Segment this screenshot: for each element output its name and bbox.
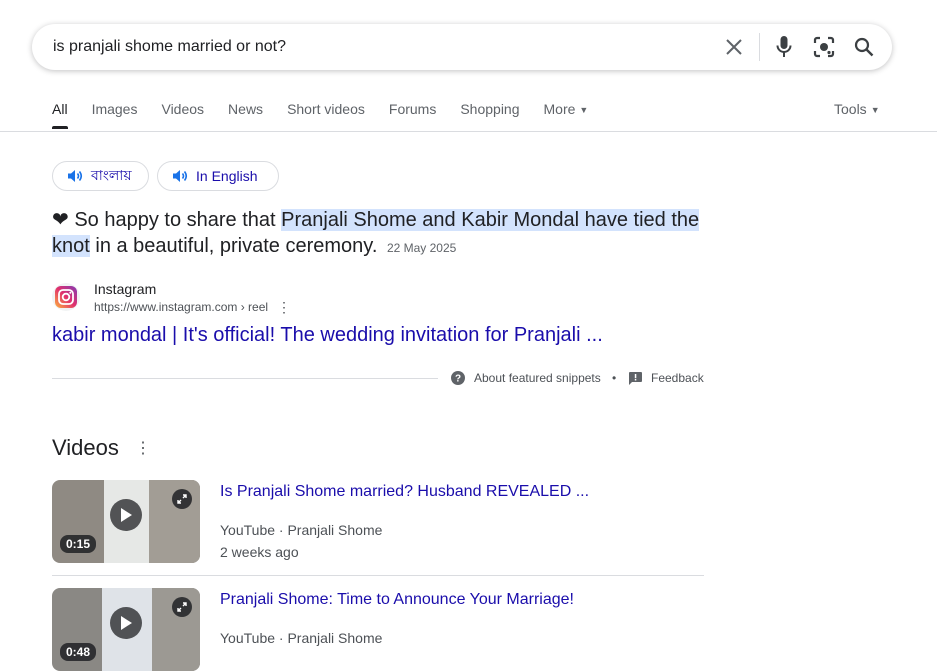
tab-news[interactable]: News — [228, 101, 263, 131]
tab-all[interactable]: All — [52, 101, 68, 131]
featured-snippet-text: ❤ So happy to share that Pranjali Shome … — [52, 207, 712, 261]
listen-english-label: In English — [196, 168, 258, 184]
search-bar[interactable]: is pranjali shome married or not? — [32, 24, 892, 70]
videos-heading: Videos — [52, 435, 119, 460]
clear-icon[interactable] — [722, 35, 746, 59]
video-duration: 0:48 — [60, 643, 97, 661]
video-source: YouTube · Pranjali Shome — [220, 522, 383, 538]
listen-bengali-label: বাংলায় — [91, 167, 132, 183]
microphone-icon[interactable] — [772, 35, 796, 59]
tab-shopping[interactable]: Shopping — [460, 101, 519, 131]
video-source: YouTube · Pranjali Shome — [220, 630, 383, 646]
expand-icon[interactable] — [172, 597, 192, 617]
expand-icon[interactable] — [172, 489, 192, 509]
snippet-date: 22 May 2025 — [386, 241, 457, 255]
play-icon[interactable] — [110, 607, 142, 639]
video-date: 2 weeks ago — [220, 544, 299, 560]
tab-videos[interactable]: Videos — [161, 101, 204, 131]
about-label: About featured snippets — [474, 371, 601, 385]
tab-short-videos[interactable]: Short videos — [287, 101, 365, 131]
svg-text:?: ? — [455, 374, 461, 385]
tab-more-label: More — [543, 101, 576, 117]
video-title-link[interactable]: Pranjali Shome: Time to Announce Your Ma… — [220, 591, 574, 609]
search-tabs: All Images Videos News Short videos Foru… — [52, 101, 612, 131]
tab-images[interactable]: Images — [92, 101, 138, 131]
speaker-icon — [173, 170, 188, 182]
source-name: Instagram — [94, 281, 157, 297]
video-thumbnail[interactable]: 0:48 — [52, 588, 200, 671]
more-options-icon[interactable]: ⋮ — [277, 299, 291, 316]
feedback-label: Feedback — [651, 371, 704, 385]
footer-separator: • — [612, 371, 617, 385]
tools-button[interactable]: Tools ▼ — [834, 101, 880, 117]
feedback-link[interactable]: Feedback — [629, 371, 704, 385]
listen-english-button[interactable]: In English — [157, 161, 279, 191]
video-channel: Pranjali Shome — [287, 630, 383, 646]
source-url: https://www.instagram.com › reel — [94, 300, 269, 314]
search-icon[interactable] — [852, 35, 876, 59]
result-title-link[interactable]: kabir mondal | It's official! The weddin… — [52, 324, 603, 347]
video-divider — [52, 575, 704, 576]
help-icon: ? — [451, 371, 465, 385]
tabs-divider — [0, 131, 937, 132]
tab-more[interactable]: More ▼ — [544, 101, 589, 131]
tab-forums[interactable]: Forums — [389, 101, 436, 131]
snippet-suffix: in a beautiful, private ceremony. — [89, 235, 378, 257]
instagram-logo-icon[interactable] — [52, 283, 80, 311]
video-title-link[interactable]: Is Pranjali Shome married? Husband REVEA… — [220, 483, 589, 501]
video-platform: YouTube — [220, 522, 276, 538]
tools-label: Tools — [834, 101, 867, 117]
caret-down-icon: ▼ — [870, 105, 880, 115]
feedback-icon — [629, 371, 642, 385]
snippet-prefix: ❤ So happy to share that — [52, 209, 282, 231]
video-channel: Pranjali Shome — [287, 522, 383, 538]
video-platform: YouTube — [220, 630, 276, 646]
search-bar-divider — [759, 33, 760, 61]
video-duration: 0:15 — [60, 535, 97, 553]
speaker-icon — [68, 170, 83, 182]
listen-bengali-button[interactable]: বাংলায় — [52, 161, 149, 191]
caret-down-icon: ▼ — [579, 105, 589, 115]
snippet-footer-divider — [52, 378, 438, 379]
more-options-icon[interactable]: ⋮ — [135, 438, 151, 458]
lens-camera-icon[interactable] — [812, 35, 836, 59]
play-icon[interactable] — [110, 499, 142, 531]
video-thumbnail[interactable]: 0:15 — [52, 480, 200, 563]
about-featured-snippets-link[interactable]: ? About featured snippets — [451, 371, 601, 385]
search-input[interactable]: is pranjali shome married or not? — [53, 38, 286, 56]
